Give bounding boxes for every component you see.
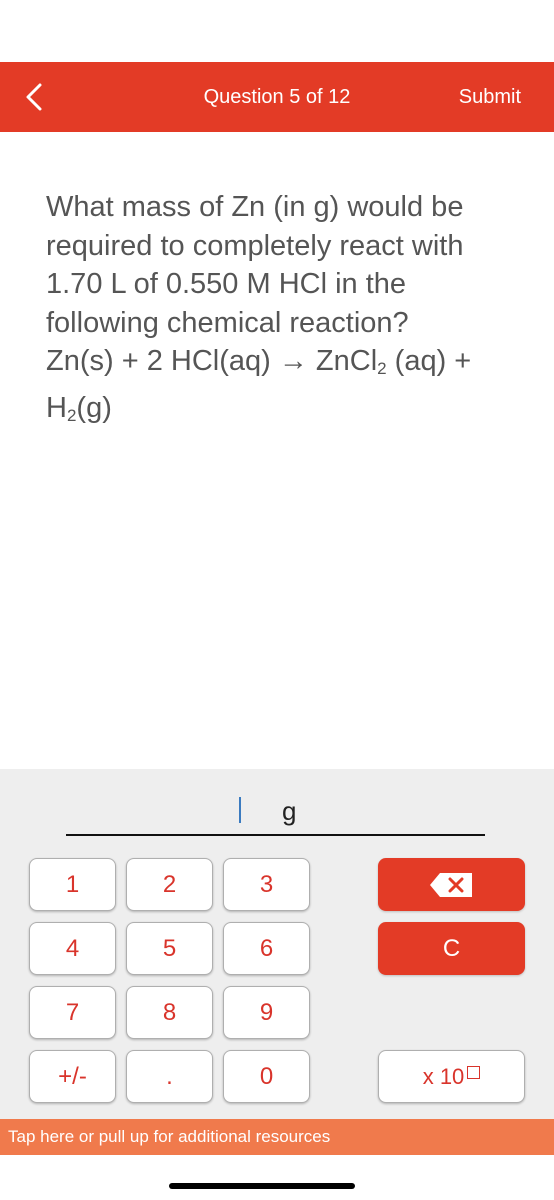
additional-resources-bar[interactable]: Tap here or pull up for additional resou…: [0, 1119, 554, 1155]
key-2[interactable]: 2: [126, 858, 213, 911]
question-prompt: What mass of Zn (in g) would be required…: [46, 191, 464, 339]
empty-box-icon: [467, 1066, 481, 1079]
clear-button[interactable]: C: [378, 922, 525, 975]
key-5[interactable]: 5: [126, 922, 213, 975]
key-1[interactable]: 1: [29, 858, 116, 911]
exponent-label: x 10: [422, 1063, 465, 1089]
submit-button[interactable]: Submit: [459, 86, 521, 109]
key-plus-minus[interactable]: +/-: [29, 1050, 116, 1103]
equation-part: (g): [76, 391, 112, 424]
unit-label: g: [282, 796, 297, 826]
equation: Zn(s) + 2 HCl(aq) → ZnCl2 (aq) + H2(g): [46, 345, 471, 425]
exponent-button[interactable]: x 10: [378, 1050, 525, 1103]
key-decimal[interactable]: .: [126, 1050, 213, 1103]
key-8[interactable]: 8: [126, 986, 213, 1039]
question-text: What mass of Zn (in g) would be required…: [46, 188, 516, 435]
key-4[interactable]: 4: [29, 922, 116, 975]
equation-part: Zn(s) + 2 HCl(aq) → ZnCl: [46, 345, 378, 377]
backspace-button[interactable]: [378, 858, 525, 911]
home-indicator[interactable]: [169, 1183, 355, 1189]
subscript: 2: [66, 405, 77, 425]
backspace-icon: [429, 872, 472, 897]
header-bar: Question 5 of 12 Submit: [0, 62, 554, 132]
text-caret: [239, 797, 241, 823]
key-3[interactable]: 3: [223, 858, 310, 911]
key-7[interactable]: 7: [29, 986, 116, 1039]
answer-input[interactable]: g: [66, 796, 485, 836]
subscript: 2: [377, 359, 387, 378]
key-6[interactable]: 6: [223, 922, 310, 975]
key-0[interactable]: 0: [223, 1050, 310, 1103]
key-9[interactable]: 9: [223, 986, 310, 1039]
